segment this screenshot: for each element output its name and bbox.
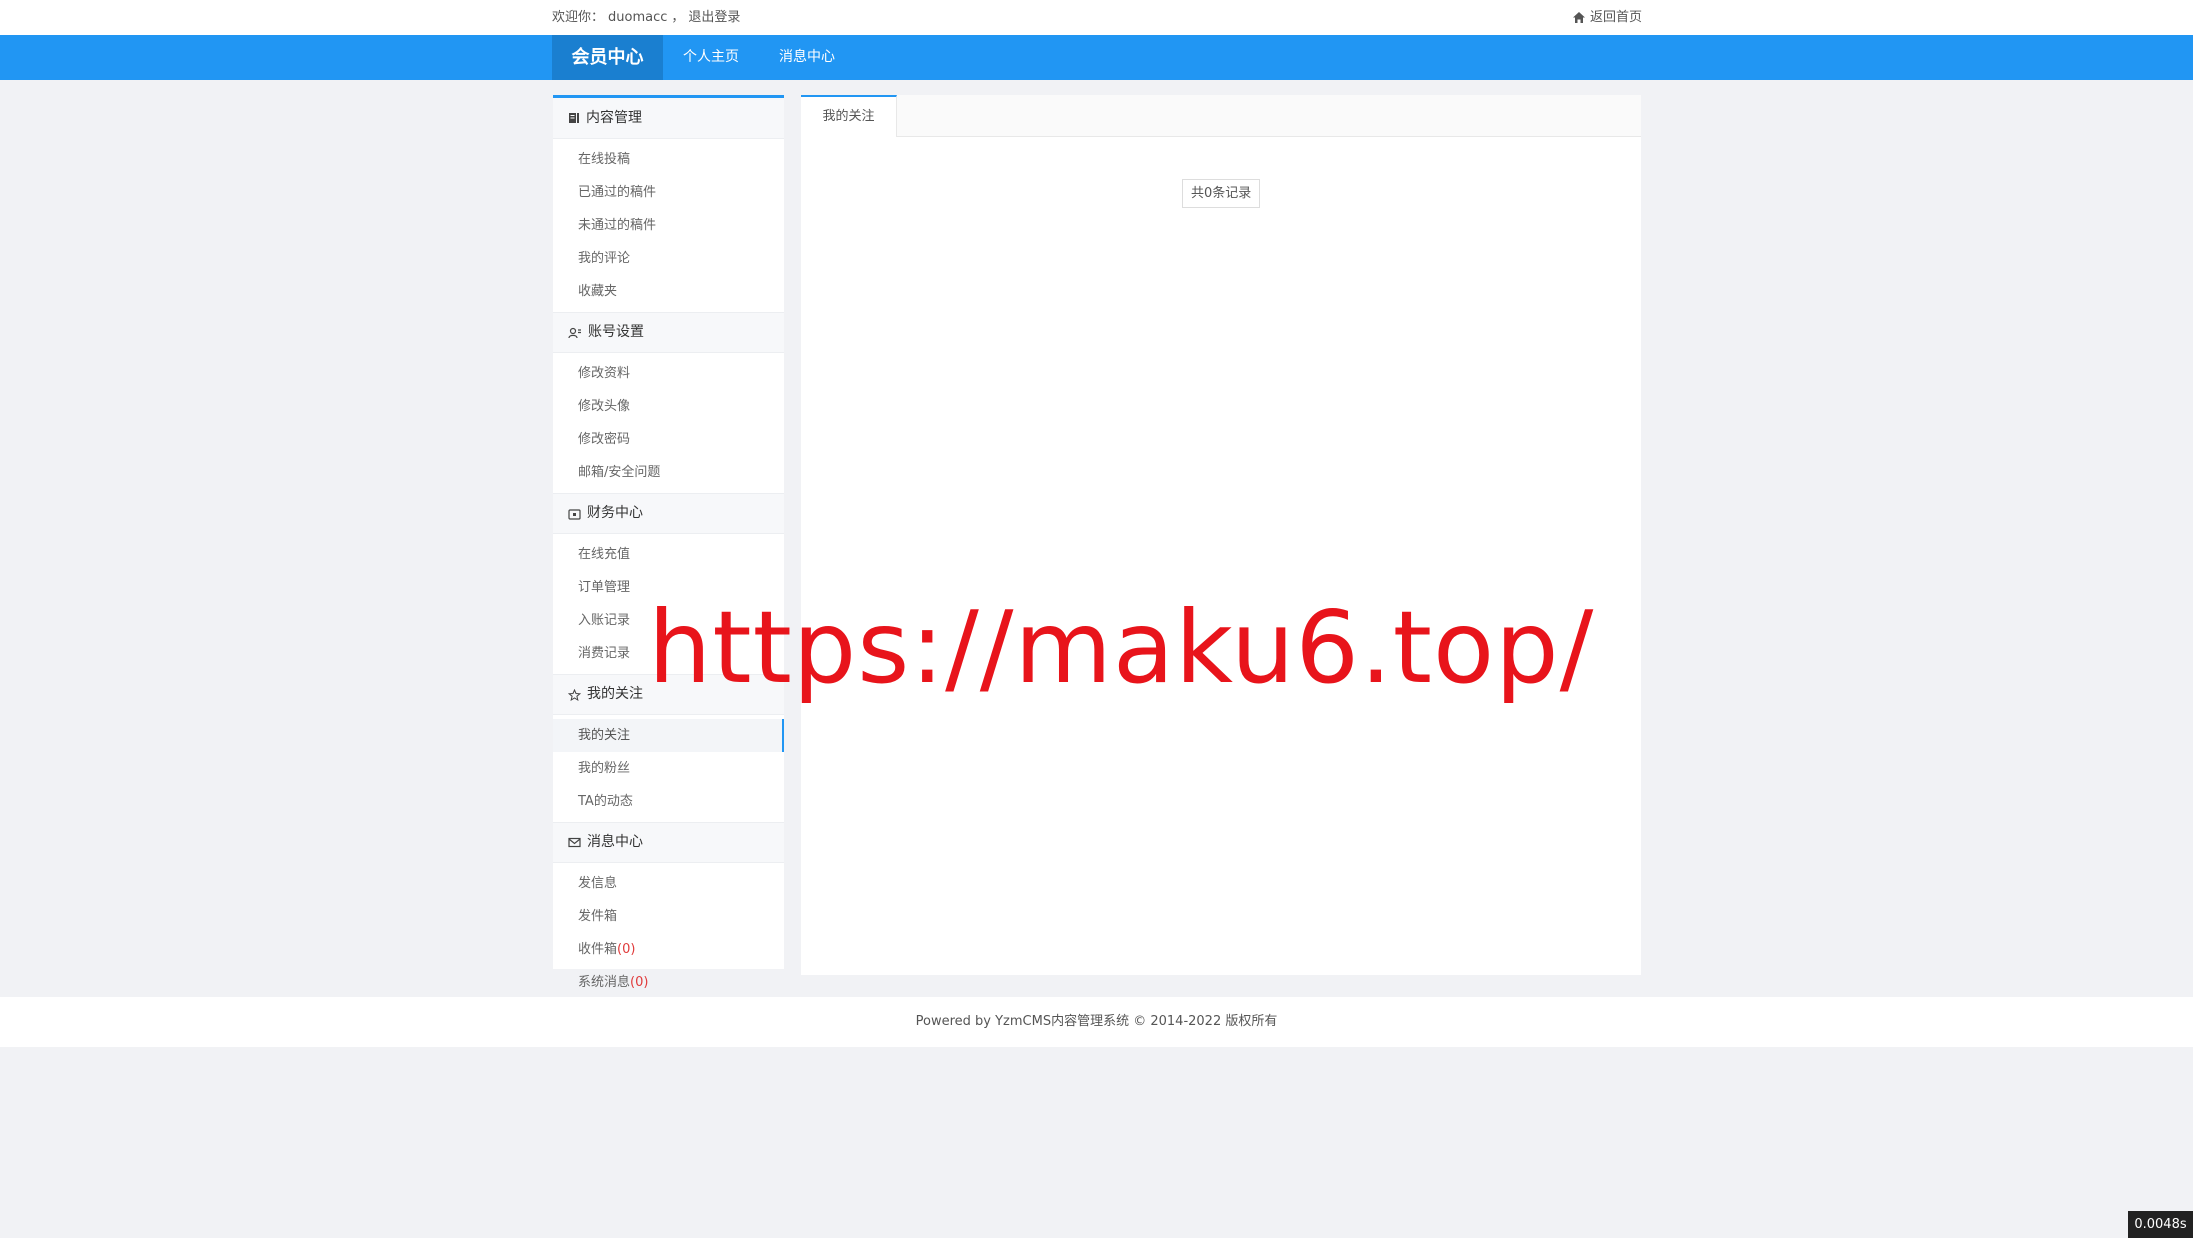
group-title: 消息中心: [587, 834, 643, 850]
system-messages-count: (0): [630, 975, 649, 990]
watermark-text: https://maku6.top/: [648, 589, 1595, 706]
sidebar-item-system-messages[interactable]: 系统消息(0): [553, 966, 784, 999]
home-label: 返回首页: [1589, 10, 1642, 25]
inbox-count: (0): [617, 942, 636, 957]
sidebar-item-my-fans[interactable]: 我的粉丝: [553, 752, 784, 785]
sidebar-item-edit-avatar[interactable]: 修改头像: [553, 390, 784, 423]
inbox-label: 收件箱: [578, 942, 618, 957]
group-title: 财务中心: [587, 505, 643, 521]
group-title: 我的关注: [587, 686, 643, 702]
user-settings-icon: [568, 327, 581, 338]
sidebar-item-outbox[interactable]: 发件箱: [553, 900, 784, 933]
sidebar-item-my-follows[interactable]: 我的关注: [553, 719, 784, 752]
separator: ，: [671, 10, 685, 25]
group-content-management[interactable]: 内容管理: [553, 98, 784, 139]
wallet-icon: [568, 508, 581, 520]
username-link[interactable]: duomacc: [608, 10, 667, 25]
sidebar-item-favorites[interactable]: 收藏夹: [553, 275, 784, 308]
group-account-settings[interactable]: 账号设置: [553, 312, 784, 353]
sidebar-item-online-submit[interactable]: 在线投稿: [553, 143, 784, 176]
main-navbar: 会员中心 个人主页 消息中心: [0, 35, 2193, 80]
sidebar-item-approved[interactable]: 已通过的稿件: [553, 176, 784, 209]
main-panel: 我的关注 共0条记录: [801, 95, 1641, 975]
sidebar-item-edit-profile[interactable]: 修改资料: [553, 357, 784, 390]
top-bar: 欢迎你： duomacc ，退出登录 返回首页: [0, 0, 2193, 35]
welcome-prefix: 欢迎你：: [552, 10, 605, 25]
sidebar-item-online-recharge[interactable]: 在线充值: [553, 538, 784, 571]
sidebar-item-rejected[interactable]: 未通过的稿件: [553, 209, 784, 242]
footer: Powered by YzmCMS内容管理系统 © 2014-2022 版权所有: [0, 997, 2193, 1047]
mail-icon: [568, 837, 581, 848]
sidebar-item-inbox[interactable]: 收件箱(0): [553, 933, 784, 966]
group-title: 账号设置: [588, 324, 644, 340]
document-icon: [569, 113, 579, 123]
tab-bar: 我的关注: [801, 95, 1641, 137]
brand-member-center[interactable]: 会员中心: [552, 35, 663, 80]
group-finance-center[interactable]: 财务中心: [553, 493, 784, 534]
welcome-text: 欢迎你： duomacc ，退出登录: [552, 0, 744, 35]
star-icon: [568, 688, 581, 701]
system-messages-label: 系统消息: [578, 975, 631, 990]
sidebar-item-email-security[interactable]: 邮箱/安全问题: [553, 456, 784, 489]
sidebar-item-send-message[interactable]: 发信息: [553, 867, 784, 900]
tab-my-follows[interactable]: 我的关注: [801, 95, 897, 137]
load-time-badge: 0.0048s: [2128, 1211, 2193, 1238]
nav-message-center[interactable]: 消息中心: [759, 35, 855, 80]
sidebar-item-my-comments[interactable]: 我的评论: [553, 242, 784, 275]
home-link[interactable]: 返回首页: [1572, 0, 1642, 35]
group-message-center[interactable]: 消息中心: [553, 822, 784, 863]
record-count: 共0条记录: [1182, 179, 1261, 208]
sidebar-item-change-password[interactable]: 修改密码: [553, 423, 784, 456]
group-title: 内容管理: [586, 109, 642, 126]
home-icon: [1572, 12, 1585, 23]
sidebar-item-ta-activity[interactable]: TA的动态: [553, 785, 784, 818]
nav-personal-home[interactable]: 个人主页: [663, 35, 759, 80]
sidebar: 内容管理 在线投稿 已通过的稿件 未通过的稿件 我的评论 收藏夹 账号设置 修改…: [553, 95, 784, 990]
logout-link[interactable]: 退出登录: [688, 10, 740, 25]
